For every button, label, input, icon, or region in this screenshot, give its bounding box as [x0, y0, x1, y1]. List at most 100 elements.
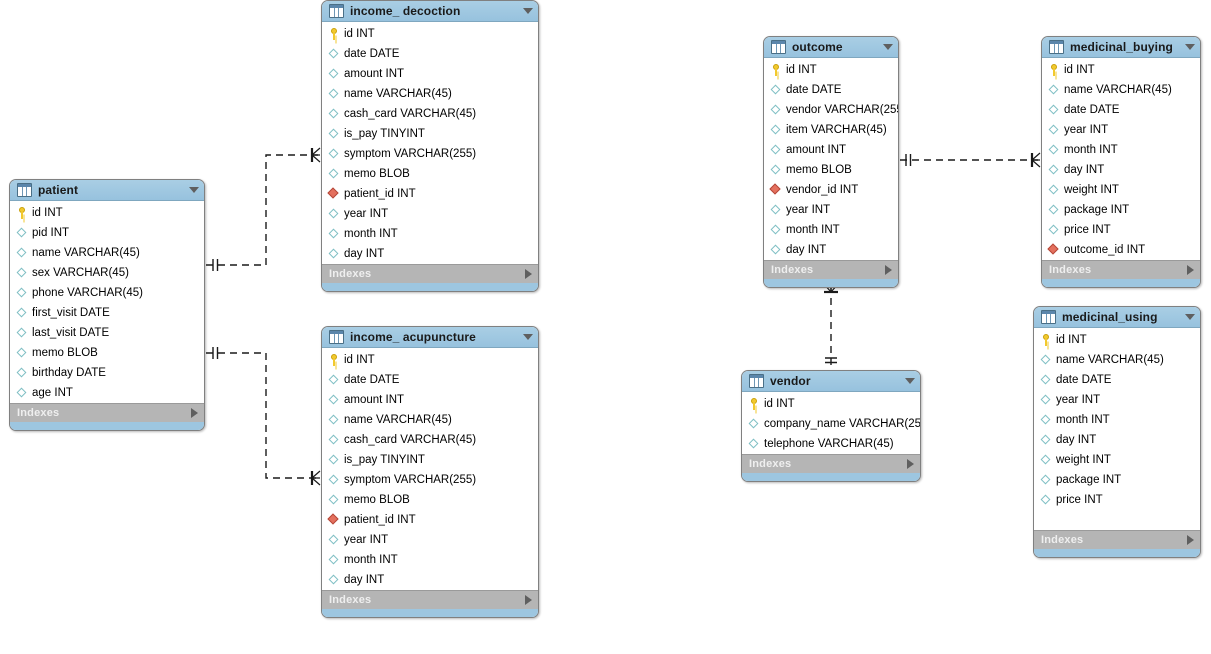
table-outcome[interactable]: outcome id INT date DATE vendor VARCHAR(255…: [763, 36, 899, 288]
column-row[interactable]: id INT: [1042, 60, 1200, 80]
indexes-bar-medicinal_using[interactable]: Indexes: [1034, 530, 1200, 549]
column-row[interactable]: day INT: [764, 240, 898, 260]
relationship-patient-income_acupuncture[interactable]: [206, 347, 321, 486]
column-row[interactable]: name VARCHAR(45): [10, 243, 204, 263]
column-row[interactable]: month INT: [322, 224, 538, 244]
table-income_decoction[interactable]: income_ decoction id INT date DATE amount I…: [321, 0, 539, 292]
table-header-medicinal_buying[interactable]: medicinal_buying: [1042, 37, 1200, 58]
column-row[interactable]: name VARCHAR(45): [1042, 80, 1200, 100]
chevron-down-icon[interactable]: [189, 187, 199, 193]
chevron-down-icon[interactable]: [523, 8, 533, 14]
column-row[interactable]: vendor VARCHAR(255): [764, 100, 898, 120]
table-vendor[interactable]: vendor id INT company_name VARCHAR(255) tel…: [741, 370, 921, 482]
column-row[interactable]: memo BLOB: [764, 160, 898, 180]
column-row[interactable]: amount INT: [764, 140, 898, 160]
column-row[interactable]: last_visit DATE: [10, 323, 204, 343]
column-row[interactable]: name VARCHAR(45): [1034, 350, 1200, 370]
column-row[interactable]: company_name VARCHAR(255): [742, 414, 920, 434]
triangle-right-icon[interactable]: [525, 595, 532, 605]
column-row[interactable]: first_visit DATE: [10, 303, 204, 323]
column-row[interactable]: vendor_id INT: [764, 180, 898, 200]
column-row[interactable]: price INT: [1034, 490, 1200, 510]
column-row[interactable]: item VARCHAR(45): [764, 120, 898, 140]
column-row[interactable]: month INT: [764, 220, 898, 240]
column-row[interactable]: phone VARCHAR(45): [10, 283, 204, 303]
column-row[interactable]: day INT: [322, 570, 538, 590]
column-row[interactable]: date DATE: [1034, 370, 1200, 390]
column-row[interactable]: month INT: [1042, 140, 1200, 160]
column-row[interactable]: symptom VARCHAR(255): [322, 470, 538, 490]
triangle-right-icon[interactable]: [885, 265, 892, 275]
chevron-down-icon[interactable]: [883, 44, 893, 50]
column-row[interactable]: day INT: [322, 244, 538, 264]
table-income_acupuncture[interactable]: income_ acupuncture id INT date DATE amount…: [321, 326, 539, 618]
column-row[interactable]: year INT: [1034, 390, 1200, 410]
column-row[interactable]: amount INT: [322, 390, 538, 410]
column-row[interactable]: memo BLOB: [322, 164, 538, 184]
column-row[interactable]: id INT: [1034, 330, 1200, 350]
chevron-down-icon[interactable]: [1185, 314, 1195, 320]
column-row[interactable]: birthday DATE: [10, 363, 204, 383]
column-row[interactable]: day INT: [1034, 430, 1200, 450]
column-row[interactable]: date DATE: [764, 80, 898, 100]
table-header-income_acupuncture[interactable]: income_ acupuncture: [322, 327, 538, 348]
column-row[interactable]: weight INT: [1042, 180, 1200, 200]
column-row[interactable]: telephone VARCHAR(45): [742, 434, 920, 454]
column-row[interactable]: id INT: [322, 24, 538, 44]
column-row[interactable]: outcome_id INT: [1042, 240, 1200, 260]
column-row[interactable]: date DATE: [1042, 100, 1200, 120]
column-row[interactable]: month INT: [322, 550, 538, 570]
column-row[interactable]: package INT: [1042, 200, 1200, 220]
triangle-right-icon[interactable]: [191, 408, 198, 418]
column-row[interactable]: pid INT: [10, 223, 204, 243]
column-row[interactable]: memo BLOB: [322, 490, 538, 510]
column-row[interactable]: patient_id INT: [322, 184, 538, 204]
column-row[interactable]: memo BLOB: [10, 343, 204, 363]
column-row[interactable]: day INT: [1042, 160, 1200, 180]
indexes-bar-income_decoction[interactable]: Indexes: [322, 264, 538, 283]
triangle-right-icon[interactable]: [907, 459, 914, 469]
column-row[interactable]: weight INT: [1034, 450, 1200, 470]
column-row[interactable]: year INT: [322, 530, 538, 550]
relationship-vendor-outcome[interactable]: [823, 283, 839, 368]
column-row[interactable]: name VARCHAR(45): [322, 84, 538, 104]
chevron-down-icon[interactable]: [905, 378, 915, 384]
column-row[interactable]: year INT: [764, 200, 898, 220]
column-row[interactable]: symptom VARCHAR(255): [322, 144, 538, 164]
column-row[interactable]: year INT: [1042, 120, 1200, 140]
column-row[interactable]: date DATE: [322, 370, 538, 390]
column-row[interactable]: patient_id INT: [322, 510, 538, 530]
relationship-patient-income_decoction[interactable]: [206, 147, 321, 271]
relationship-outcome-medicinal_buying[interactable]: [900, 152, 1041, 168]
triangle-right-icon[interactable]: [1187, 265, 1194, 275]
column-row[interactable]: month INT: [1034, 410, 1200, 430]
table-header-patient[interactable]: patient: [10, 180, 204, 201]
column-row[interactable]: is_pay TINYINT: [322, 450, 538, 470]
column-row[interactable]: id INT: [322, 350, 538, 370]
table-header-vendor[interactable]: vendor: [742, 371, 920, 392]
column-row[interactable]: year INT: [322, 204, 538, 224]
indexes-bar-outcome[interactable]: Indexes: [764, 260, 898, 279]
column-row[interactable]: sex VARCHAR(45): [10, 263, 204, 283]
indexes-bar-vendor[interactable]: Indexes: [742, 454, 920, 473]
table-header-income_decoction[interactable]: income_ decoction: [322, 1, 538, 22]
column-row[interactable]: cash_card VARCHAR(45): [322, 104, 538, 124]
triangle-right-icon[interactable]: [1187, 535, 1194, 545]
column-row[interactable]: price INT: [1042, 220, 1200, 240]
column-row[interactable]: age INT: [10, 383, 204, 403]
indexes-bar-income_acupuncture[interactable]: Indexes: [322, 590, 538, 609]
column-row[interactable]: cash_card VARCHAR(45): [322, 430, 538, 450]
column-row[interactable]: is_pay TINYINT: [322, 124, 538, 144]
table-patient[interactable]: patient id INT pid INT name VARCHAR(45) sex …: [9, 179, 205, 431]
table-medicinal_using[interactable]: medicinal_using id INT name VARCHAR(45) dat…: [1033, 306, 1201, 558]
indexes-bar-medicinal_buying[interactable]: Indexes: [1042, 260, 1200, 279]
chevron-down-icon[interactable]: [523, 334, 533, 340]
table-header-outcome[interactable]: outcome: [764, 37, 898, 58]
table-medicinal_buying[interactable]: medicinal_buying id INT name VARCHAR(45) da…: [1041, 36, 1201, 288]
table-header-medicinal_using[interactable]: medicinal_using: [1034, 307, 1200, 328]
column-row[interactable]: id INT: [742, 394, 920, 414]
indexes-bar-patient[interactable]: Indexes: [10, 403, 204, 422]
column-row[interactable]: amount INT: [322, 64, 538, 84]
column-row[interactable]: id INT: [10, 203, 204, 223]
column-row[interactable]: id INT: [764, 60, 898, 80]
